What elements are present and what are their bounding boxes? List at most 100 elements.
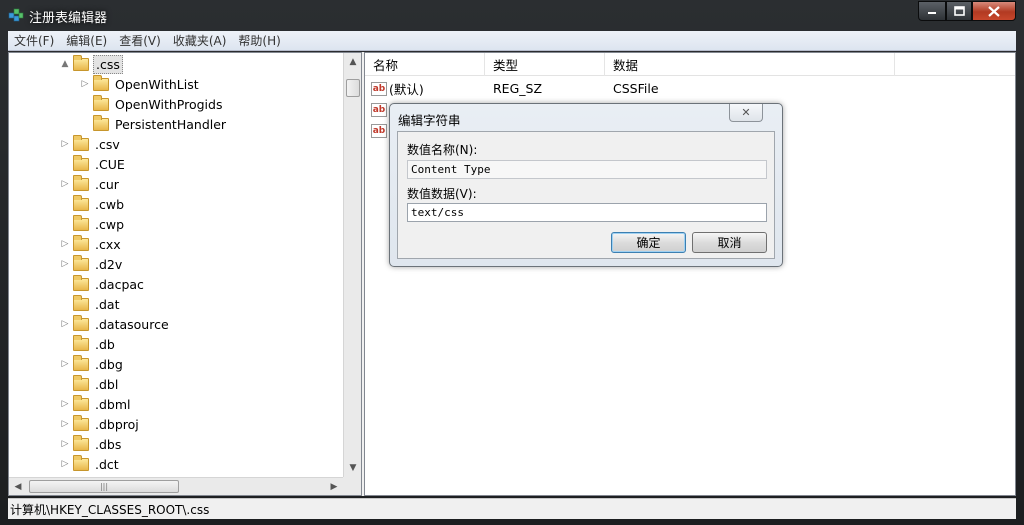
tree-item[interactable]: ▷ .cxx [59,234,123,254]
tree-horizontal-scrollbar[interactable]: ◀ ||| ▶ [9,477,343,495]
tree-item-label: .csv [95,136,120,152]
tree-item[interactable]: ▷ .datasource [59,314,171,334]
tree-item[interactable]: ▷ .d2v [59,254,124,274]
menu-help[interactable]: 帮助(H) [232,32,286,49]
tree-item-label: .d2v [95,256,123,272]
value-data-field[interactable]: text/css [407,203,767,222]
value-name-label: 数值名称(N): [407,143,478,157]
ok-button[interactable]: 确定 [611,232,686,253]
folder-icon [73,274,89,291]
expand-arrow-icon[interactable]: ▷ [59,258,71,270]
expand-arrow-icon[interactable]: ▷ [59,238,71,250]
expand-arrow-icon[interactable]: ▷ [59,438,71,450]
tree-item[interactable]: .CUE [59,154,127,174]
tree-item[interactable]: .cwp [59,214,126,234]
scroll-right-icon[interactable]: ▶ [325,478,343,496]
tree-item-label: .cur [95,176,119,192]
column-header-name[interactable]: 名称 [365,53,485,76]
scroll-thumb[interactable] [346,79,360,97]
expand-arrow-icon[interactable]: ▷ [59,398,71,410]
expand-arrow-icon[interactable]: ▷ [59,358,71,370]
tree-item[interactable]: PersistentHandler [79,114,228,134]
dialog-title: 编辑字符串 [398,113,461,128]
expand-arrow-icon[interactable]: ▷ [79,78,91,90]
string-value-icon: ab [371,123,387,138]
tree-item-label: .datasource [95,316,169,332]
registry-editor-window: 注册表编辑器 文件(F) 编辑(E) 查看(V) 收藏夹(A) 帮助(H) ▲.… [0,0,1024,525]
tree-item[interactable]: ▲ .css [59,54,123,74]
folder-icon [73,314,89,331]
tree-item[interactable]: .cwb [59,194,126,214]
tree-item-label: .css [93,54,123,74]
folder-icon [73,454,89,471]
folder-icon [73,154,89,171]
tree-item[interactable]: ▷ .csv [59,134,122,154]
folder-icon [73,334,89,351]
tree-item[interactable]: ▷ .dbml [59,394,133,414]
value-row[interactable]: ab (默认) REG_SZ CSSFile [365,78,1015,99]
tree-item[interactable]: .db [59,334,117,354]
value-name: (默认) [389,82,424,97]
tree-item-label: .dct [95,456,119,472]
folder-icon [93,94,109,111]
value-data-label: 数值数据(V): [407,187,477,201]
folder-icon [93,74,109,91]
expand-arrow-icon[interactable]: ▷ [59,318,71,330]
key-tree-pane[interactable]: ▲ .css ▷ OpenWithList OpenWithProgids Persist… [8,52,362,496]
tree-item[interactable]: .dat [59,294,121,314]
value-name-cell: ab (默认) [371,78,424,99]
column-header-type[interactable]: 类型 [485,53,605,76]
expand-arrow-icon[interactable]: ▲ [59,58,71,70]
tree-item[interactable]: ▷ .dbs [59,434,123,454]
tree-item-label: .cxx [95,236,121,252]
tree-item[interactable]: .dacpac [59,274,146,294]
folder-icon [73,234,89,251]
tree-item-label: OpenWithList [115,76,199,92]
tree-item[interactable]: OpenWithProgids [79,94,224,114]
close-button[interactable] [972,1,1016,21]
column-header-data[interactable]: 数据 [605,53,895,76]
menu-file[interactable]: 文件(F) [8,32,60,49]
cancel-button[interactable]: 取消 [692,232,767,253]
tree-item[interactable]: ▷ .dbproj [59,414,141,434]
tree-item-label: .dbs [95,436,122,452]
scroll-down-icon[interactable]: ▼ [344,459,362,477]
edit-string-dialog: 编辑字符串 ✕ 数值名称(N): Content Type 数值数据(V): t… [389,103,783,267]
folder-icon [73,174,89,191]
tree-item[interactable]: ▷ .dct [59,454,121,474]
minimize-button[interactable] [918,1,946,21]
expand-arrow-icon[interactable]: ▷ [59,458,71,470]
tree-item-label: .CUE [95,156,125,172]
menu-favorites[interactable]: 收藏夹(A) [167,32,233,49]
menu-view[interactable]: 查看(V) [113,32,167,49]
scroll-up-icon[interactable]: ▲ [344,53,362,71]
dialog-close-button[interactable]: ✕ [729,104,763,122]
tree-item-label: .dbproj [95,416,139,432]
status-bar: 计算机\HKEY_CLASSES_ROOT\.css [8,498,1016,519]
menu-edit[interactable]: 编辑(E) [60,32,113,49]
tree-item-label: OpenWithProgids [115,96,223,112]
expand-arrow-icon[interactable]: ▷ [59,418,71,430]
maximize-button[interactable] [946,1,972,21]
title-bar[interactable]: 注册表编辑器 [0,0,1024,30]
string-value-icon: ab [371,102,387,117]
expand-arrow-icon[interactable]: ▷ [59,178,71,190]
hscroll-thumb[interactable]: ||| [29,480,179,493]
value-type-cell: REG_SZ [493,81,543,96]
tree-item-label: .dbg [95,356,123,372]
tree-vertical-scrollbar[interactable]: ▲ ▼ [343,53,361,477]
tree-item[interactable]: ▷ OpenWithList [79,74,201,94]
scroll-left-icon[interactable]: ◀ [9,478,27,496]
tree-item[interactable]: ▷ .cur [59,174,121,194]
tree-item-label: .dat [95,296,120,312]
expand-arrow-icon[interactable]: ▷ [59,138,71,150]
tree-item[interactable]: ▷ .dbg [59,354,125,374]
minimize-icon [928,12,936,14]
maximize-icon [953,6,965,16]
value-name-field[interactable]: Content Type [407,160,767,179]
tree-item[interactable]: .dbl [59,374,120,394]
